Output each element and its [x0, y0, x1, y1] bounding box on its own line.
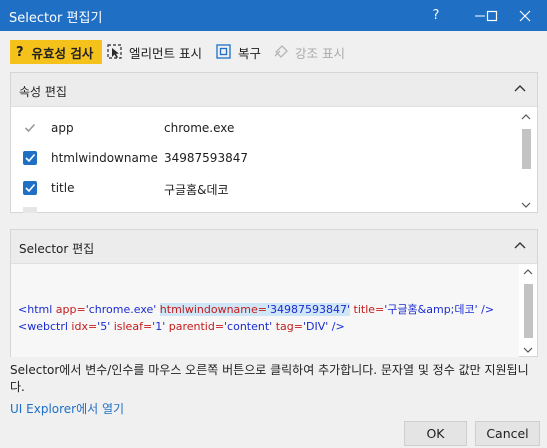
pointer-target-icon [107, 44, 123, 60]
checkmark-icon [25, 183, 36, 193]
highlight-icon [273, 44, 289, 60]
attribute-name: app [51, 121, 74, 135]
chevron-up-icon[interactable] [513, 82, 527, 96]
close-icon [519, 10, 531, 21]
attribute-row-htmlwindowname: htmlwindowname 34987593847 [11, 143, 516, 173]
attribute-value[interactable]: 구글홈&데코 [164, 181, 229, 198]
hint-text: Selector에서 변수/인수를 마우스 오른쪽 버튼으로 클릭하여 추가합니… [10, 363, 529, 394]
attribute-value[interactable]: chrome.exe [164, 121, 234, 135]
help-button[interactable]: ? [414, 0, 458, 31]
attribute-name: title [51, 181, 75, 195]
attribute-value[interactable]: 34987593847 [164, 151, 248, 165]
scroll-thumb[interactable] [522, 129, 531, 169]
attributes-panel: 속성 편집 app chrome.exe htmlwindowname 3498… [10, 72, 538, 213]
scroll-up-icon[interactable] [521, 113, 531, 121]
attribute-name: htmlwindowname [51, 151, 158, 165]
checkmark-icon [24, 123, 36, 133]
validate-label: 유효성 검사 [31, 45, 94, 61]
checkbox-app[interactable] [23, 121, 37, 135]
close-button[interactable] [503, 0, 547, 31]
attribute-row-app: app chrome.exe [11, 113, 516, 143]
attribute-row-title: title 구글홈&데코 [11, 173, 516, 203]
toolbar: ? 유효성 검사 엘리먼트 표시 복구 강조 표시 [0, 31, 547, 69]
selector-panel-title: Selector 편집 [19, 242, 95, 256]
highlight-label: 강조 표시 [295, 45, 345, 61]
selector-panel: Selector 편집 <html app='chrome.exe' htmlw… [10, 229, 538, 357]
ok-button[interactable]: OK [404, 421, 467, 446]
selector-code-area[interactable]: <html app='chrome.exe' htmlwindowname='3… [11, 264, 519, 357]
question-icon: ? [16, 44, 24, 60]
selector-panel-header[interactable]: Selector 편집 [11, 230, 537, 264]
attributes-panel-header[interactable]: 속성 편집 [11, 73, 537, 107]
selector-line-2: <webctrl idx='5' isleaf='1' parentid='co… [18, 320, 345, 333]
repair-button[interactable]: 복구 [216, 40, 261, 64]
open-in-ui-explorer-link[interactable]: UI Explorer에서 열기 [10, 400, 124, 417]
chevron-up-icon[interactable] [513, 239, 527, 253]
checkmark-icon [25, 153, 36, 163]
scroll-down-icon[interactable] [523, 346, 533, 354]
cancel-button[interactable]: Cancel [475, 421, 540, 446]
scroll-down-icon[interactable] [521, 201, 531, 209]
scroll-up-icon[interactable] [523, 268, 533, 276]
partial-row [23, 207, 37, 213]
maximize-icon [486, 10, 498, 21]
attributes-panel-title: 속성 편집 [19, 85, 67, 99]
repair-label: 복구 [238, 45, 262, 61]
indicate-element-label: 엘리먼트 표시 [129, 45, 202, 61]
checkbox-htmlwindowname[interactable] [23, 151, 37, 165]
validate-button[interactable]: ? 유효성 검사 [10, 40, 102, 64]
window-title: Selector 편집기 [9, 11, 103, 26]
title-bar: Selector 편집기 ? [0, 0, 547, 31]
attributes-scrollbar[interactable] [521, 113, 531, 209]
selector-scrollbar[interactable] [523, 268, 533, 354]
maximize-button[interactable] [481, 0, 503, 31]
highlight-button[interactable]: 강조 표시 [273, 40, 345, 64]
repair-icon [216, 44, 232, 60]
indicate-element-button[interactable]: 엘리먼트 표시 [107, 40, 202, 64]
selector-editor[interactable]: <html app='chrome.exe' htmlwindowname='3… [11, 264, 539, 357]
selector-line-1: <html app='chrome.exe' htmlwindowname='3… [18, 303, 495, 316]
scroll-thumb[interactable] [524, 284, 533, 338]
checkbox-title[interactable] [23, 181, 37, 195]
